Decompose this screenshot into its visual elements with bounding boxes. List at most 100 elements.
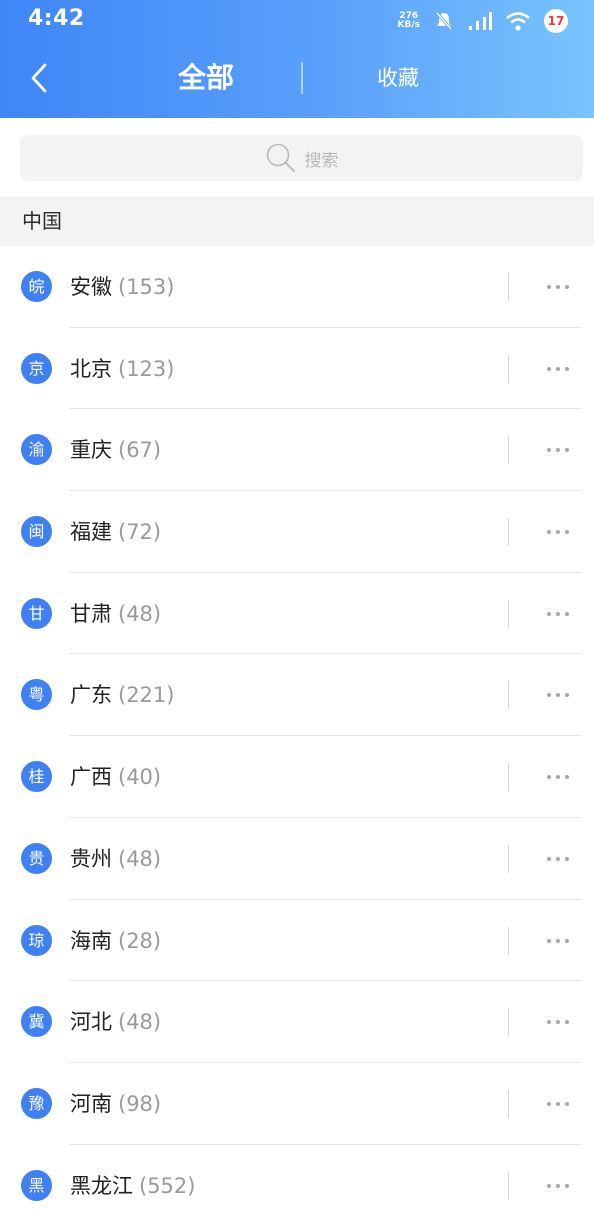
row-separator	[508, 1089, 509, 1118]
section-header: 中国	[0, 197, 594, 246]
province-name: 贵州	[70, 846, 112, 871]
province-count: (67)	[118, 438, 162, 463]
dot	[556, 775, 560, 780]
signal-icon	[469, 12, 492, 30]
province-name: 广东	[70, 683, 112, 708]
dot	[565, 285, 569, 289]
province-list: 皖安徽 (153) 京北京 (123) 渝重庆 (67) 闽福建 (72) 甘甘肃 (48) 粤广东…	[0, 246, 594, 1209]
more-options-icon[interactable]	[540, 439, 576, 461]
province-row[interactable]: 豫河南 (98)	[0, 1063, 594, 1145]
net-speed-unit: KB/s	[397, 20, 420, 30]
dot	[556, 530, 560, 535]
row-separator	[508, 436, 509, 465]
province-label: 广东 (221)	[70, 678, 174, 712]
province-count: (28)	[118, 928, 162, 953]
dot	[565, 775, 569, 780]
province-name: 甘肃	[70, 601, 112, 626]
tab-favorites[interactable]: 收藏	[346, 58, 450, 98]
row-separator	[508, 926, 509, 955]
province-row[interactable]: 桂广西 (40)	[0, 736, 594, 818]
row-separator	[508, 1171, 509, 1200]
more-options-icon[interactable]	[540, 603, 576, 625]
province-row[interactable]: 甘甘肃 (48)	[0, 573, 594, 655]
dot	[547, 1101, 551, 1106]
province-row[interactable]: 冀河北 (48)	[0, 981, 594, 1063]
dot	[556, 693, 560, 698]
province-label: 广西 (40)	[70, 760, 161, 794]
dot	[556, 611, 560, 616]
more-options-icon[interactable]	[540, 930, 576, 952]
dot	[565, 938, 569, 943]
province-abbr-badge: 贵	[21, 842, 52, 874]
search-input[interactable]: 搜索	[20, 135, 583, 181]
row-separator	[508, 273, 509, 301]
province-count: (48)	[118, 846, 162, 871]
net-speed: 276 KB/s	[398, 12, 420, 30]
app-header: 4:42 276 KB/s 17 全部 收藏	[0, 0, 594, 118]
row-separator	[508, 763, 509, 792]
more-options-icon[interactable]	[540, 684, 576, 706]
more-options-icon[interactable]	[540, 766, 576, 788]
row-separator	[508, 518, 509, 547]
bell-off-icon	[435, 12, 453, 30]
province-row[interactable]: 皖安徽 (153)	[0, 246, 594, 328]
dot	[565, 611, 569, 616]
province-name: 安徽	[70, 275, 112, 299]
more-options-icon[interactable]	[540, 848, 576, 870]
province-row[interactable]: 黑黑龙江 (552)	[0, 1145, 594, 1209]
province-count: (98)	[118, 1091, 162, 1116]
province-name: 福建	[70, 520, 112, 545]
province-name: 黑龙江	[70, 1173, 133, 1198]
province-row[interactable]: 琼海南 (28)	[0, 900, 594, 982]
search-placeholder: 搜索	[304, 150, 339, 171]
province-label: 河南 (98)	[70, 1087, 161, 1121]
province-abbr-badge: 粤	[21, 679, 52, 711]
province-abbr-badge: 桂	[21, 761, 52, 793]
province-row[interactable]: 闽福建 (72)	[0, 491, 594, 573]
dot	[547, 611, 551, 616]
more-options-icon[interactable]	[540, 521, 576, 543]
province-count: (40)	[118, 765, 162, 790]
province-count: (552)	[139, 1173, 196, 1198]
province-name: 河北	[70, 1010, 112, 1035]
province-row[interactable]: 京北京 (123)	[0, 328, 594, 410]
dot	[547, 856, 551, 861]
battery-icon: 17	[544, 9, 568, 33]
row-separator	[508, 599, 509, 628]
dot	[565, 856, 569, 861]
dot	[556, 1101, 560, 1106]
dot	[547, 693, 551, 698]
province-row[interactable]: 渝重庆 (67)	[0, 409, 594, 492]
more-options-icon[interactable]	[540, 1175, 576, 1197]
province-abbr-badge: 黑	[21, 1169, 52, 1201]
status-bar: 4:42 276 KB/s 17	[0, 0, 594, 42]
tab-all[interactable]: 全部	[150, 58, 262, 98]
province-count: (221)	[118, 683, 175, 708]
province-label: 海南 (28)	[70, 924, 161, 958]
dot	[565, 1020, 569, 1025]
more-options-icon[interactable]	[540, 358, 576, 380]
more-options-icon[interactable]	[540, 1093, 576, 1115]
dot	[556, 1183, 560, 1188]
more-options-icon[interactable]	[540, 276, 576, 298]
province-count: (123)	[118, 356, 175, 381]
dot	[547, 1020, 551, 1025]
province-label: 甘肃 (48)	[70, 597, 161, 631]
back-button[interactable]	[22, 58, 56, 98]
province-name: 河南	[70, 1091, 112, 1116]
dot	[565, 366, 569, 371]
province-row[interactable]: 贵贵州 (48)	[0, 818, 594, 900]
dot	[556, 366, 560, 371]
province-count: (72)	[118, 520, 162, 545]
dot	[547, 285, 551, 289]
province-row[interactable]: 粤广东 (221)	[0, 654, 594, 737]
dot	[556, 856, 560, 861]
tab-divider	[301, 62, 303, 94]
province-name: 广西	[70, 765, 112, 790]
dot	[556, 448, 560, 453]
dot	[565, 1183, 569, 1188]
chevron-left-icon	[31, 63, 47, 93]
more-options-icon[interactable]	[540, 1011, 576, 1033]
wifi-icon	[506, 11, 530, 31]
search-icon	[266, 143, 295, 172]
